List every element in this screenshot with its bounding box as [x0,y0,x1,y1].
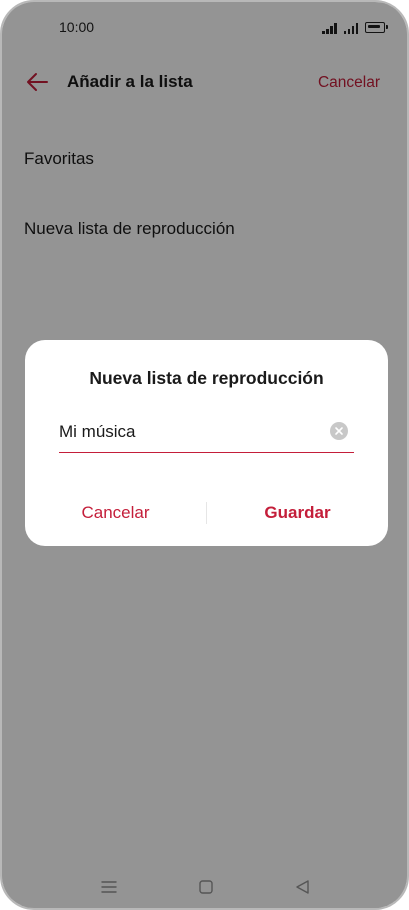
home-square-icon[interactable] [197,878,215,896]
clear-circle-icon[interactable] [330,422,348,440]
system-nav-bar [2,870,407,904]
dialog-title: Nueva lista de reproducción [89,368,324,388]
playlist-name-input[interactable] [59,416,319,448]
phone-screen: 10:00 Añadir a la lista Cancelar Favorit… [0,0,409,910]
dialog-buttons: Cancelar Guardar [25,498,388,528]
menu-icon[interactable] [100,878,118,896]
playlist-name-field-wrap [59,416,354,453]
dialog-cancel-button[interactable]: Cancelar [25,498,206,528]
dialog-save-button[interactable]: Guardar [207,498,388,528]
back-triangle-icon[interactable] [294,878,312,896]
new-playlist-dialog: Nueva lista de reproducción Cancelar Gua… [25,340,388,546]
